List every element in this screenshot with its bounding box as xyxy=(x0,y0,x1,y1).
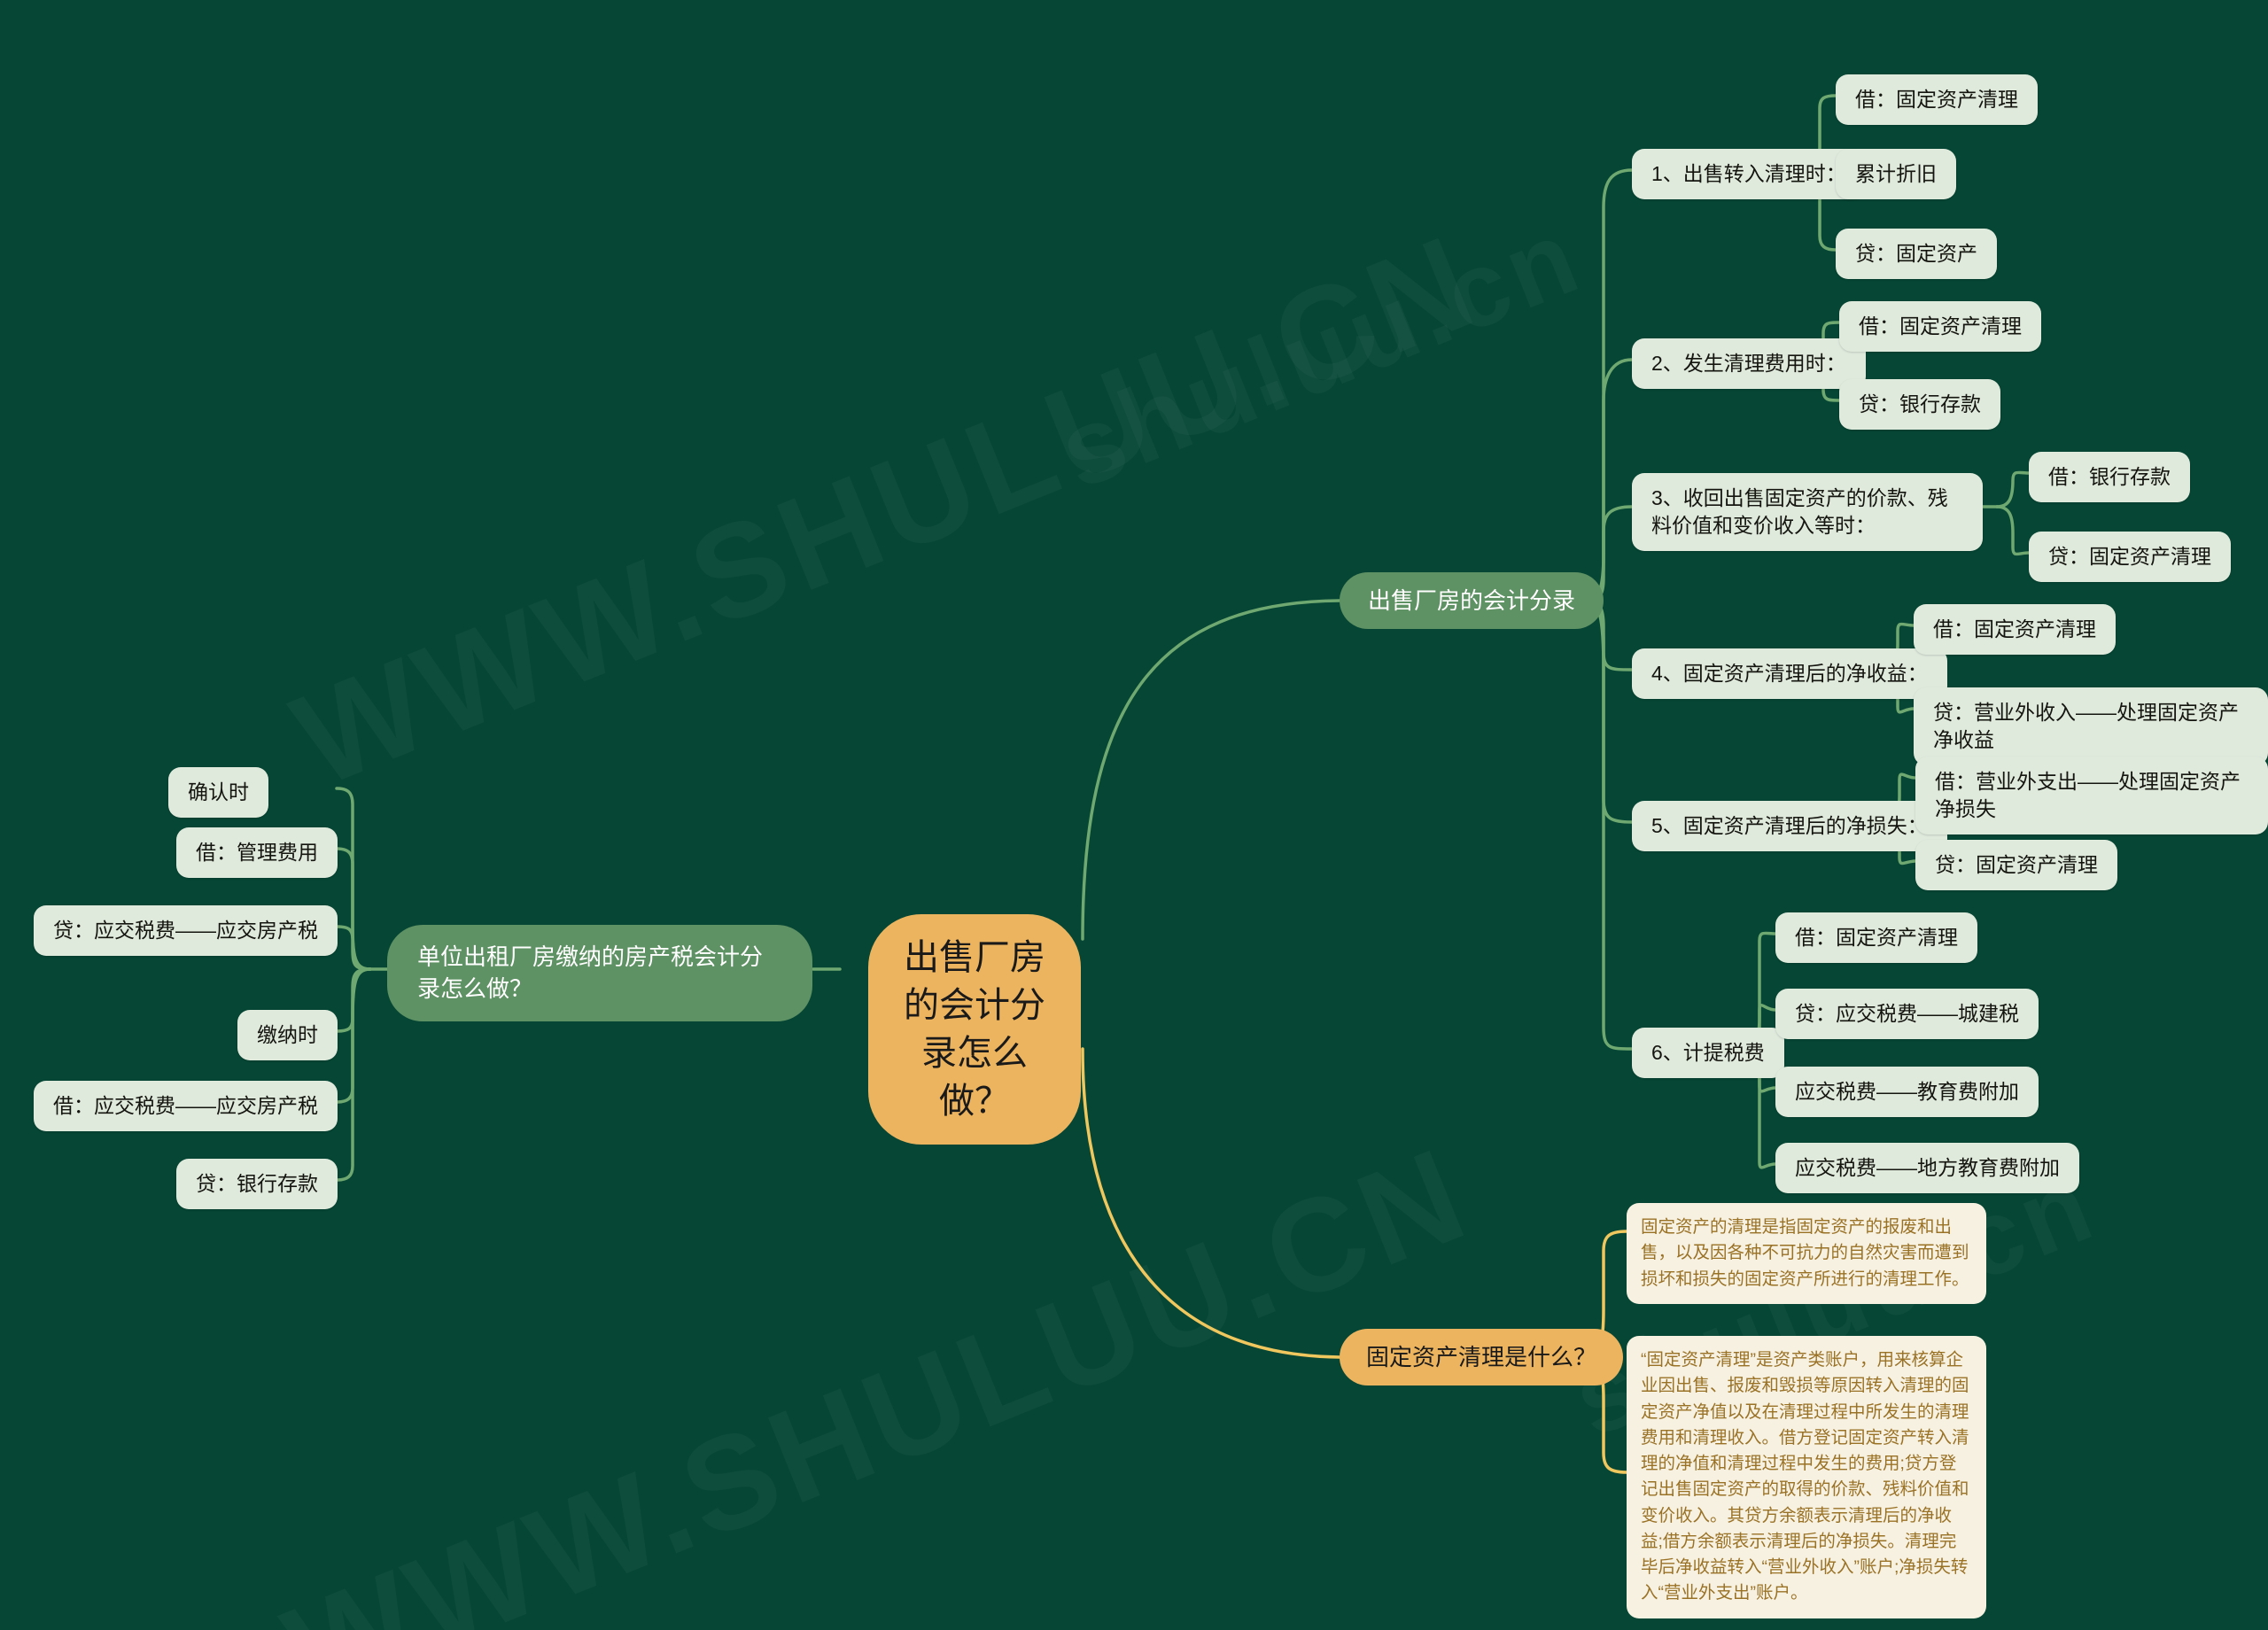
leaf-node[interactable]: 贷：应交税费——应交房产税 xyxy=(34,905,338,957)
list-item[interactable]: 借：固定资产清理 xyxy=(1836,74,2038,126)
list-item[interactable]: 借：固定资产清理 xyxy=(1914,604,2116,656)
branch-node-sale-entries[interactable]: 出售厂房的会计分录 xyxy=(1340,572,1604,629)
list-item[interactable]: 贷：固定资产 xyxy=(1836,229,1997,280)
branch-node-what-is-disposal[interactable]: 固定资产清理是什么？ xyxy=(1340,1329,1624,1386)
list-item[interactable]: 5、固定资产清理后的净损失： xyxy=(1632,801,1947,852)
list-item[interactable]: 借：固定资产清理 xyxy=(1839,301,2041,353)
list-item[interactable]: 应交税费——地方教育费附加 xyxy=(1775,1143,2079,1194)
list-item[interactable]: 4、固定资产清理后的净收益： xyxy=(1632,648,1947,700)
list-item[interactable]: 借：银行存款 xyxy=(2029,452,2190,503)
list-item[interactable]: 借：固定资产清理 xyxy=(1775,912,1977,964)
root-node[interactable]: 出售厂房的会计分录怎么做？ xyxy=(868,914,1081,1145)
list-item[interactable]: 贷：银行存款 xyxy=(1839,379,2000,431)
list-item[interactable]: 累计折旧 xyxy=(1836,149,1956,200)
info-paragraph[interactable]: 固定资产的清理是指固定资产的报废和出售，以及因各种不可抗力的自然灾害而遭到损坏和… xyxy=(1627,1203,1986,1304)
leaf-node[interactable]: 贷：银行存款 xyxy=(176,1159,338,1210)
leaf-node[interactable]: 缴纳时 xyxy=(237,1010,338,1061)
leaf-node[interactable]: 确认时 xyxy=(168,767,268,819)
list-item[interactable]: 贷：固定资产清理 xyxy=(1915,840,2117,891)
list-item[interactable]: 应交税费——教育费附加 xyxy=(1775,1067,2039,1118)
list-item[interactable]: 3、收回出售固定资产的价款、残料价值和变价收入等时： xyxy=(1632,473,1983,552)
list-item[interactable]: 1、出售转入清理时： xyxy=(1632,149,1866,200)
info-paragraph[interactable]: “固定资产清理”是资产类账户，用来核算企业因出售、报废和毁损等原因转入清理的固定… xyxy=(1627,1336,1986,1618)
list-item[interactable]: 贷：固定资产清理 xyxy=(2029,532,2231,583)
leaf-node[interactable]: 借：应交税费——应交房产税 xyxy=(34,1081,338,1132)
list-item[interactable]: 借：营业外支出——处理固定资产净损失 xyxy=(1915,757,2268,835)
list-item[interactable]: 贷：营业外收入——处理固定资产净收益 xyxy=(1914,687,2268,766)
mindmap-canvas: WWW.SHULUU.CN shuluu.cn WWW.SHULUU.CN sh… xyxy=(0,0,2268,1630)
leaf-node[interactable]: 借：管理费用 xyxy=(176,827,338,879)
list-item[interactable]: 6、计提税费 xyxy=(1632,1028,1784,1079)
branch-node-rent-tax-entry[interactable]: 单位出租厂房缴纳的房产税会计分录怎么做？ xyxy=(387,925,812,1021)
watermark-text: WWW.SHULUU.CN xyxy=(265,1116,1488,1630)
list-item[interactable]: 2、发生清理费用时： xyxy=(1632,338,1866,390)
list-item[interactable]: 贷：应交税费——城建税 xyxy=(1775,989,2039,1040)
